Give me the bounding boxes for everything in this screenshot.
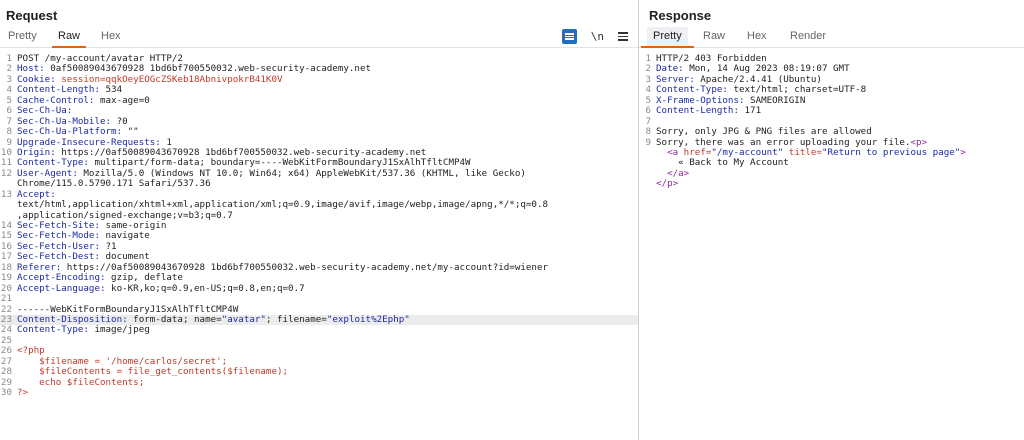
response-panel: Response Pretty Raw Hex Render 1 HTTP/2 4… [639,0,1024,440]
request-code-line: 29 echo $fileContents; [0,376,638,388]
response-code-line: 8 Sorry, only JPG & PNG files are allowed [639,126,1024,138]
hamburger-menu-icon[interactable] [618,32,628,41]
code-token: "exploit%2Ephp" [326,313,410,325]
code-token: ; filename= [265,313,327,325]
response-tab-render[interactable]: Render [790,27,826,46]
code-token: </p> [656,178,679,190]
request-code-line: 21 [0,293,638,305]
response-code-line: </p> [639,178,1024,190]
code-token: ko-KR,ko;q=0.9,en-US;q=0.8,en;q=0.7 [105,282,305,294]
request-tab-hex[interactable]: Hex [101,27,121,46]
line-number [639,169,656,179]
code-token: max-age=0 [94,94,150,106]
response-viewer[interactable]: 1 HTTP/2 403 Forbidden 2 Date: Mon, 14 Aug … [639,53,1024,190]
line-number: 28 [0,366,12,378]
response-code-line: 6 Content-Length: 171 [639,105,1024,117]
line-number [639,179,656,189]
request-tab-pretty[interactable]: Pretty [8,27,37,46]
line-number: 8 [645,126,651,138]
code-token: $fileContents = file_get_contents($filen… [17,366,289,378]
line-number: 13 [0,188,12,200]
line-number [639,148,656,158]
request-tab-raw[interactable]: Raw [51,27,87,48]
response-code-line: « Back to My Account [639,157,1024,168]
request-title: Request [6,8,58,23]
request-tabs: Pretty Raw Hex \n [0,27,638,48]
line-number: 30 [0,387,12,398]
request-code-line: 8 Sec-Ch-Ua-Platform: "" [0,126,638,138]
http-editor: Request Pretty Raw Hex \n 1 POST /my-acco… [0,0,1024,440]
code-token: > [960,146,966,158]
code-token: title= [783,146,822,158]
line-number: 8 [6,126,12,138]
request-code-line: text/html,application/xhtml+xml,applicat… [0,199,638,211]
response-tabs: Pretty Raw Hex Render [639,27,1024,48]
code-token: Sorry, only JPG & PNG files are allowed [656,126,872,138]
line-number: 9 [645,136,651,148]
code-token: text/html,application/xhtml+xml,applicat… [17,199,549,211]
request-code-line: 20 Accept-Language: ko-KR,ko;q=0.9,en-US;… [0,282,638,294]
line-number [639,158,656,168]
request-editor[interactable]: 1 POST /my-account/avatar HTTP/2 2 Host: 0a… [0,53,638,398]
request-panel: Request Pretty Raw Hex \n 1 POST /my-acco… [0,0,638,440]
code-token: image/jpeg [88,324,150,336]
request-code-line: 28 $fileContents = file_get_contents($fi… [0,366,638,378]
code-token: "avatar" [221,313,266,325]
response-code-line: </a> [639,168,1024,179]
response-title: Response [649,8,712,23]
code-token: 171 [738,105,762,117]
code-token: "" [122,126,139,138]
line-number: 21 [0,293,12,305]
request-code-line: 5 Cache-Control: max-age=0 [0,94,638,106]
line-number [0,200,17,210]
request-code-line: Chrome/115.0.5790.171 Safari/537.36 [0,178,638,189]
request-toolbar: \n [561,27,628,46]
response-tab-pretty[interactable]: Pretty [641,27,694,48]
text-wrap-icon[interactable] [561,29,577,44]
request-code-line: 25 [0,335,638,346]
code-token: Content-Length: [656,105,739,117]
code-token: "Return to previous page" [822,146,961,158]
newline-toggle-button[interactable]: \n [591,30,604,43]
request-code-line: 30 ?> [0,387,638,398]
code-token: ?> [17,387,29,398]
code-token: Content-Type: [17,324,89,336]
response-tab-hex[interactable]: Hex [747,27,767,46]
code-token: echo $fileContents; [17,376,145,388]
code-token: Sec-Ch-Ua-Platform: [17,126,123,138]
request-code-line: 24 Content-Type: image/jpeg [0,324,638,336]
response-tab-raw[interactable]: Raw [703,27,725,46]
code-token: Accept-Language: [17,282,106,294]
line-number: 12 [0,167,12,179]
